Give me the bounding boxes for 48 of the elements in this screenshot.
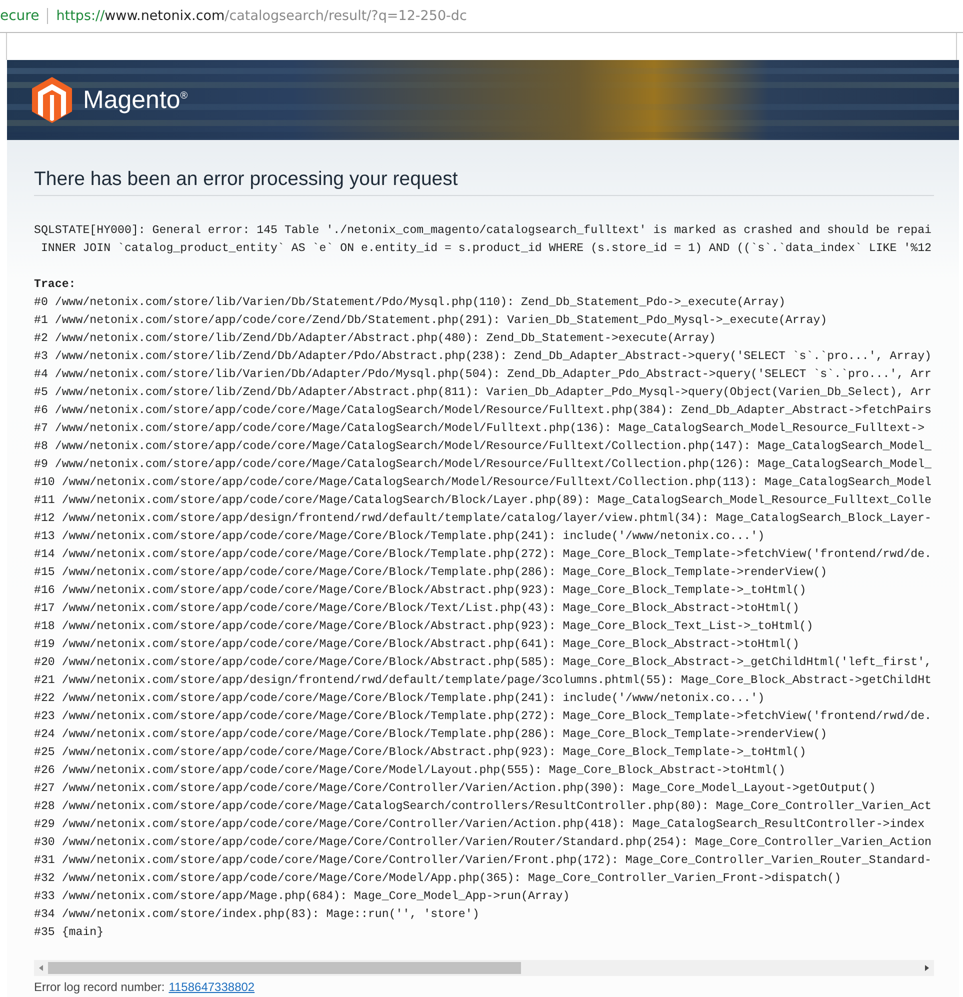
trace-line: #22 /www/netonix.com/store/app/code/core/Mage/Core/Block/Template.php(241): include('/www/netonix.co...') — [34, 691, 765, 707]
trace-line: #24 /www/netonix.com/store/app/code/core/Mage/Core/Block/Template.php(286): Mage_Core_Block_Template->renderView() — [34, 727, 828, 743]
trace-line: #6 /www/netonix.com/store/app/code/core/Mage/CatalogSearch/Model/Resource/Fulltext.php(384): Zend_Db_Adapter_Abstract->fetchPairs — [34, 403, 932, 419]
trace-line: #34 /www/netonix.com/store/index.php(83): Mage::run('', 'store') — [34, 907, 480, 923]
trace-line: #28 /www/netonix.com/store/app/code/core/Mage/CatalogSearch/controllers/ResultController.php(80): Mage_Core_Controller_Varien_Act — [34, 799, 932, 815]
trace-line: #7 /www/netonix.com/store/app/code/core/Mage/CatalogSearch/Model/Fulltext.php(136): Mage_CatalogSearch_Model_Resource_Fulltext-> — [34, 421, 925, 437]
trace-line: #35 {main} — [34, 925, 104, 941]
trace-line: #13 /www/netonix.com/store/app/code/core/Mage/Core/Block/Template.php(241): include('/www/netonix.co...') — [34, 529, 765, 545]
trace-line: #23 /www/netonix.com/store/app/code/core/Mage/Core/Block/Template.php(272): Mage_Core_Block_Template->fetchView('frontend/rwd/de. — [34, 709, 932, 725]
trace-line: #8 /www/netonix.com/store/app/code/core/Mage/CatalogSearch/Model/Resource/Fulltext/Collection.php(147): Mage_CatalogSearch_Model_ — [34, 439, 932, 455]
trace-line: #32 /www/netonix.com/store/app/code/core/Mage/Core/Model/App.php(365): Mage_Core_Controller_Varien_Front->dispatch() — [34, 871, 842, 887]
url-field[interactable]: https://www.netonix.com/catalogsearch/result/?q=12-250-dc — [56, 8, 467, 24]
log-record-link[interactable]: 1158647338802 — [168, 980, 255, 994]
logo-text: Magento$^{®}$ — [83, 86, 188, 114]
trace-line: #9 /www/netonix.com/store/app/code/core/Mage/CatalogSearch/Model/Resource/Fulltext/Collection.php(126): Mage_CatalogSearch_Model_ — [34, 457, 932, 473]
trace-line: #25 /www/netonix.com/store/app/code/core/Mage/Core/Block/Abstract.php(923): Mage_Core_Block_Template->_toHtml() — [34, 745, 806, 761]
trace-line: #1 /www/netonix.com/store/app/code/core/Zend/Db/Statement.php(291): Varien_Db_Statement_Pdo_Mysql->_execute(Array) — [34, 313, 828, 329]
logo-icon — [31, 76, 73, 124]
log-label: Error log record number: — [34, 980, 165, 994]
trace-line: #5 /www/netonix.com/store/lib/Zend/Db/Adapter/Abstract.php(811): Varien_Db_Adapter_Pdo_Mysql->query(Object(Varien_Db_Select), Arr — [34, 385, 932, 401]
trace-line: #33 /www/netonix.com/store/app/Mage.php(684): Mage_Core_Model_App->run(Array) — [34, 889, 570, 905]
error-message-line: INNER JOIN `catalog_product_entity` AS `e` ON e.entity_id = s.product_id WHERE (s.store_id = 1) AND ((`s`.`data_index` LIKE '%12 — [40, 241, 932, 257]
trace-line: #10 /www/netonix.com/store/app/code/core/Mage/CatalogSearch/Model/Resource/Fulltext/Collection.php(113): Mage_CatalogSearch_Model — [34, 475, 932, 491]
trace-line: #30 /www/netonix.com/store/app/code/core/Mage/Core/Controller/Varien/Router/Standard.php(254): Mage_Core_Controller_Varien_Action — [34, 835, 932, 851]
trace-line: #20 /www/netonix.com/store/app/code/core/Mage/Core/Block/Abstract.php(585): Mage_Core_Block_Abstract->_getChildHtml('left_first', — [34, 655, 932, 671]
error-message-line: SQLSTATE[HY000]: General error: 145 Table './netonix_com_magento/catalogsearch_fulltext' is marked as crashed and should be repai — [34, 223, 932, 239]
trace-line: #0 /www/netonix.com/store/lib/Varien/Db/Statement/Pdo/Mysql.php(110): Zend_Db_Statement_Pdo->_execute(Array) — [34, 295, 786, 311]
trace-line: #11 /www/netonix.com/store/app/code/core/Mage/CatalogSearch/Block/Layer.php(89): Mage_CatalogSearch_Model_Resource_Fulltext_Colle — [34, 493, 932, 509]
trace-line: #21 /www/netonix.com/store/app/design/frontend/rwd/default/template/page/3columns.phtml(55): Mage_Core_Block_Abstract->getChildHt — [34, 673, 932, 689]
trace-line: #29 /www/netonix.com/store/app/code/core/Mage/Core/Controller/Varien/Action.php(418): Mage_CatalogSearch_ResultController->index — [34, 817, 925, 833]
trace-line: #27 /www/netonix.com/store/app/code/core/Mage/Core/Controller/Varien/Action.php(390): Mage_Core_Model_Layout->getOutput() — [34, 781, 876, 797]
security-label: ecure — [0, 8, 40, 24]
trace-line: #26 /www/netonix.com/store/app/code/core/Mage/Core/Model/Layout.php(555): Mage_Core_Block_Abstract->toHtml() — [34, 763, 786, 779]
trace-line: #17 /www/netonix.com/store/app/code/core/Mage/Core/Block/Text/List.php(43): Mage_Core_Block_Abstract->toHtml() — [34, 601, 800, 617]
trace-heading: Trace: — [34, 277, 76, 293]
trace-line: #2 /www/netonix.com/store/lib/Zend/Db/Adapter/Abstract.php(480): Zend_Db_Statement->execute(Array) — [34, 331, 716, 347]
error-title: There has been an error processing your request — [34, 168, 934, 196]
trace-line: #4 /www/netonix.com/store/lib/Varien/Db/Adapter/Pdo/Mysql.php(504): Zend_Db_Adapter_Pdo_Abstract->query('SELECT `s`.`pro...', Arr — [34, 367, 932, 383]
trace-line: #19 /www/netonix.com/store/app/code/core/Mage/Core/Block/Abstract.php(641): Mage_Core_Block_Abstract->toHtml() — [34, 637, 800, 653]
trace-line: #12 /www/netonix.com/store/app/design/frontend/rwd/default/template/catalog/layer/view.phtml(34): Mage_CatalogSearch_Block_Layer- — [34, 511, 932, 527]
trace-line: #18 /www/netonix.com/store/app/code/core/Mage/Core/Block/Abstract.php(923): Mage_Core_Block_Text_List->_toHtml() — [34, 619, 814, 635]
scroll-thumb[interactable] — [48, 962, 521, 974]
trace-line: #31 /www/netonix.com/store/app/code/core/Mage/Core/Controller/Varien/Front.php(172): Mage_Core_Controller_Varien_Router_Standard- — [34, 853, 932, 869]
trace-line: #3 /www/netonix.com/store/lib/Zend/Db/Adapter/Pdo/Abstract.php(238): Zend_Db_Adapter_Abstract->query('SELECT `s`.`pro...', Array) — [34, 349, 932, 365]
trace-line: #15 /www/netonix.com/store/app/code/core/Mage/Core/Block/Template.php(286): Mage_Core_Block_Template->renderView() — [34, 565, 828, 581]
horizontal-scrollbar[interactable] — [34, 960, 934, 976]
trace-line: #14 /www/netonix.com/store/app/code/core/Mage/Core/Block/Template.php(272): Mage_Core_Block_Template->fetchView('frontend/rwd/de. — [34, 547, 932, 563]
trace-line: #16 /www/netonix.com/store/app/code/core/Mage/Core/Block/Abstract.php(923): Mage_Core_Block_Template->_toHtml() — [34, 583, 806, 599]
